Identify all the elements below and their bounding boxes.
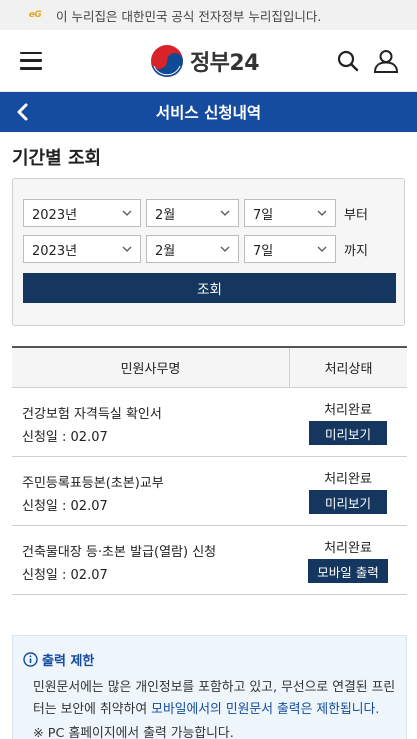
- to-year-select[interactable]: 2023년: [23, 235, 141, 263]
- results-table: 민원사무명 처리상태 건강보험 자격득실 확인서 신청일 : 02.07 처리완…: [12, 346, 407, 595]
- service-name: 건축물대장 등·초본 발급(열람) 신청: [22, 545, 217, 560]
- from-year-select[interactable]: 2023년: [23, 199, 141, 227]
- section-title: 기간별 조회: [12, 148, 102, 169]
- site-header: 정부24: [0, 30, 417, 92]
- table-row: 건축물대장 등·초본 발급(열람) 신청 신청일 : 02.07 처리완료 모바…: [12, 526, 407, 595]
- to-month-select[interactable]: 2월: [146, 235, 239, 263]
- chevron-down-icon: [220, 246, 230, 252]
- chevron-down-icon: [122, 246, 132, 252]
- service-name: 주민등록표등본(초본)교부: [22, 476, 164, 491]
- notice-body: 민원문서에는 많은 개인정보를 포함하고 있고, 무선으로 연결된 프린터는 보…: [23, 677, 396, 739]
- notice-highlight: 모바일에서의 민원문서 출력은 제한됩니다.: [151, 702, 380, 717]
- taegeuk-logo-icon: [150, 44, 183, 77]
- site-logo[interactable]: 정부24: [150, 44, 260, 78]
- preview-button[interactable]: 미리보기: [309, 490, 387, 514]
- table-row: 주민등록표등본(초본)교부 신청일 : 02.07 처리완료 미리보기: [12, 457, 407, 526]
- column-header-name: 민원사무명: [120, 362, 181, 377]
- status-text: 처리완료: [324, 403, 372, 418]
- page-title: 서비스 신청내역: [155, 104, 262, 122]
- user-icon[interactable]: [373, 49, 399, 73]
- page-title-bar: 서비스 신청내역: [0, 92, 417, 132]
- chevron-down-icon: [317, 246, 327, 252]
- print-restriction-notice: 출력 제한 민원문서에는 많은 개인정보를 포함하고 있고, 무선으로 연결된 …: [12, 635, 407, 739]
- logo-text: 정부24: [189, 50, 260, 76]
- to-date-row: 2023년 2월 7일 까지: [23, 235, 394, 263]
- from-month-select[interactable]: 2월: [146, 199, 239, 227]
- gov-banner: eG 이 누리집은 대한민국 공식 전자정부 누리집입니다.: [0, 0, 417, 30]
- chevron-left-icon: [17, 103, 28, 121]
- notice-title: 출력 제한: [23, 650, 396, 669]
- from-date-row: 2023년 2월 7일 부터: [23, 199, 394, 227]
- back-button[interactable]: [10, 92, 34, 132]
- gov-banner-text: 이 누리집은 대한민국 공식 전자정부 누리집입니다.: [56, 8, 322, 24]
- request-date: 신청일 : 02.07: [22, 430, 108, 445]
- mobile-print-button[interactable]: 모바일 출력: [308, 559, 388, 583]
- table-row: 건강보험 자격득실 확인서 신청일 : 02.07 처리완료 미리보기: [12, 388, 407, 457]
- from-day-select[interactable]: 7일: [244, 199, 336, 227]
- request-date: 신청일 : 02.07: [22, 568, 108, 583]
- date-search-panel: 2023년 2월 7일 부터 2023년 2월 7일 까지 조회: [12, 178, 405, 326]
- from-suffix-label: 부터: [344, 207, 368, 223]
- info-circle-icon: [23, 652, 38, 667]
- to-day-select[interactable]: 7일: [244, 235, 336, 263]
- column-header-status: 처리상태: [289, 348, 407, 387]
- service-name: 건강보험 자격득실 확인서: [22, 407, 162, 422]
- preview-button[interactable]: 미리보기: [309, 421, 387, 445]
- table-header: 민원사무명 처리상태: [12, 348, 407, 388]
- to-suffix-label: 까지: [344, 243, 368, 259]
- chevron-down-icon: [122, 210, 132, 216]
- hamburger-icon[interactable]: [20, 51, 42, 70]
- search-button[interactable]: 조회: [23, 273, 396, 303]
- notice-note: ※ PC 홈페이지에서 출력 가능합니다.: [33, 726, 234, 739]
- chevron-down-icon: [317, 210, 327, 216]
- request-date: 신청일 : 02.07: [22, 499, 108, 514]
- status-text: 처리완료: [324, 472, 372, 487]
- chevron-down-icon: [220, 210, 230, 216]
- gov-flag-icon: eG: [28, 10, 42, 20]
- status-text: 처리완료: [324, 541, 372, 556]
- search-icon[interactable]: [337, 50, 359, 72]
